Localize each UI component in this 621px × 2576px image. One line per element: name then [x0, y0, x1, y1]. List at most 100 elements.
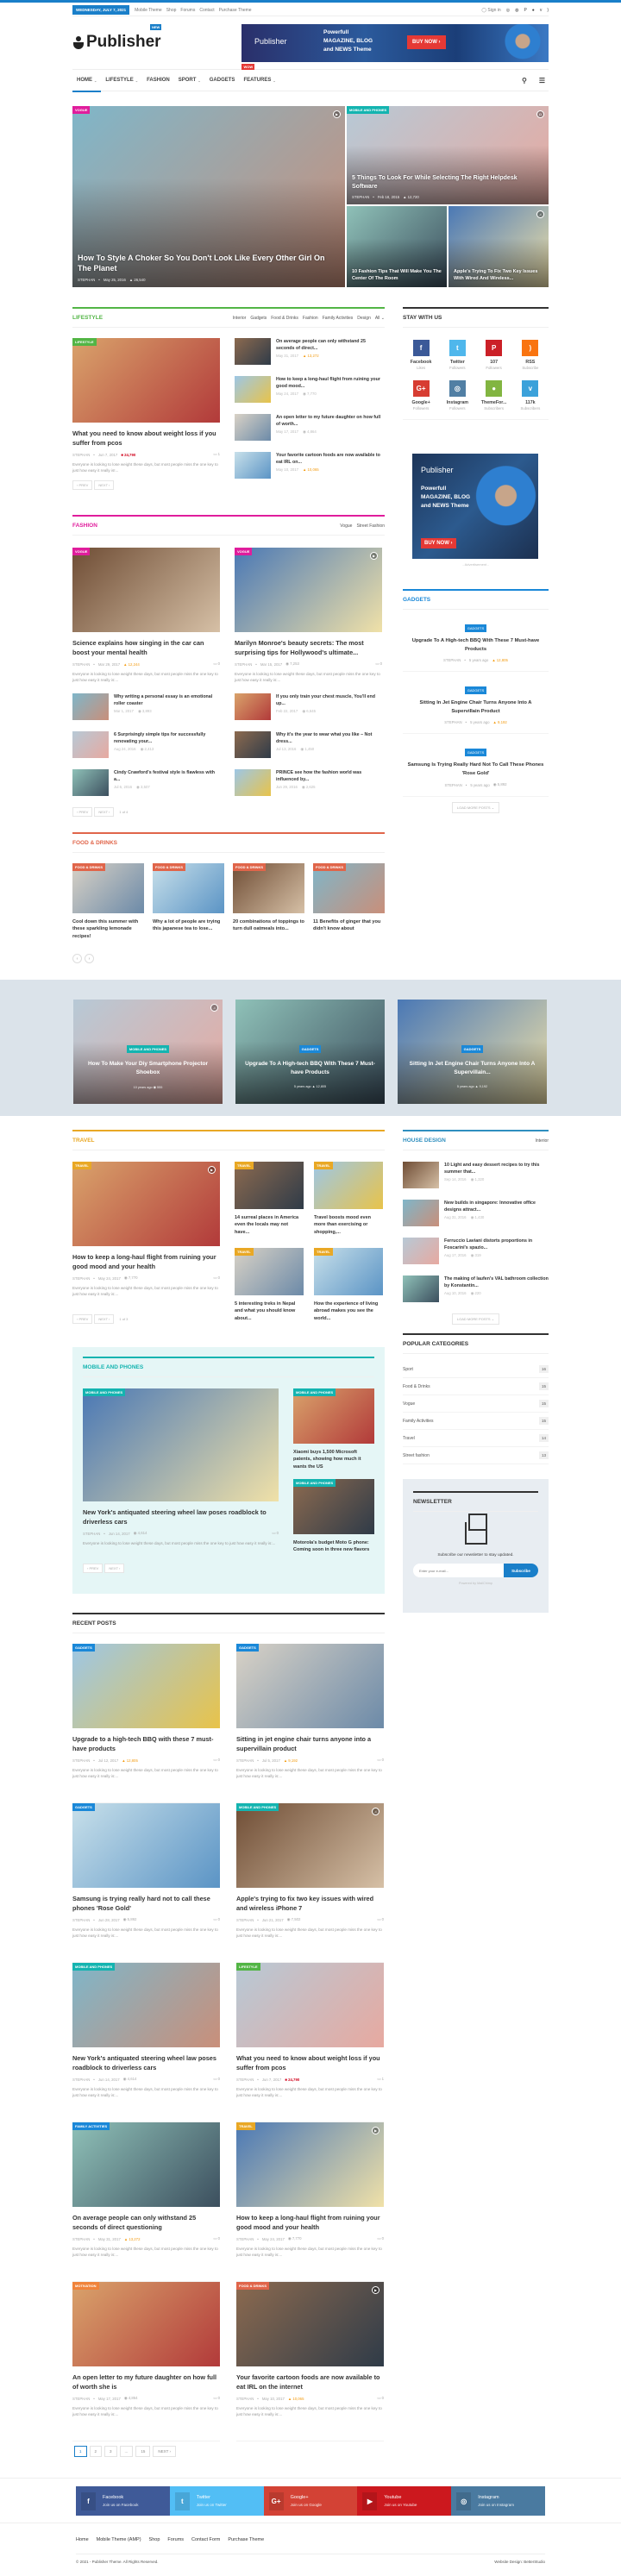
category-badge[interactable]: MOBILE AND PHONES [72, 1963, 116, 1971]
post-thumbnail[interactable]: GADGETS [72, 1803, 220, 1888]
post-comments[interactable]: ▭ 0 [213, 1917, 220, 1922]
play-icon[interactable]: ▶ [370, 552, 378, 560]
category-badge[interactable]: VOGUE [235, 548, 253, 555]
footer-link[interactable]: Mobile Theme (AMP) [97, 2537, 141, 2554]
camera-icon[interactable]: ◘ [536, 110, 544, 118]
post-title[interactable]: Your favorite cartoon foods are now avai… [236, 2373, 384, 2391]
post-author[interactable]: STEPHAN [72, 1276, 90, 1281]
next-button[interactable]: NEXT › [94, 1314, 115, 1324]
play-icon[interactable]: ▶ [372, 2127, 380, 2134]
list-item-title[interactable]: The making of laufen's VAL bathroom coll… [444, 1275, 549, 1289]
post-title[interactable]: Cool down this summer with these sparkli… [72, 918, 144, 940]
category-badge[interactable]: GADGETS [461, 1045, 484, 1053]
post-thumbnail[interactable]: MOBILE AND PHONES [293, 1388, 374, 1444]
section-title[interactable]: FOOD & DRINKS [72, 840, 117, 846]
post-title[interactable]: 14 surreal places in America even the lo… [235, 1214, 304, 1236]
post-thumbnail[interactable]: MOBILE AND PHONES [293, 1478, 374, 1534]
prev-button[interactable]: ‹ PREV [72, 1314, 93, 1324]
list-item-title[interactable]: If you only train your chest muscle, You… [276, 693, 382, 707]
category-item[interactable]: Family Activities 15 [403, 1413, 549, 1430]
top-link[interactable]: Forums [180, 8, 195, 13]
category-item[interactable]: Street fashion 13 [403, 1447, 549, 1464]
post-thumbnail[interactable]: TRAVEL ▶ [236, 2122, 384, 2207]
play-icon[interactable]: ▶ [333, 110, 341, 118]
post-title[interactable]: Xiaomi buys 1,500 Microsoft patents, sho… [293, 1449, 374, 1470]
post-title[interactable]: Upgrade To A High-tech BBQ With These 7 … [406, 636, 545, 654]
page-link[interactable]: NEXT › [153, 2446, 176, 2457]
nav-item-sport[interactable]: SPORT ⌄ [174, 70, 205, 91]
section-title[interactable]: FASHION [72, 523, 97, 529]
section-tab[interactable]: Fashion [303, 316, 318, 321]
post-title[interactable]: Samsung is trying really hard not to cal… [72, 1895, 220, 1913]
hero-title[interactable]: 10 Fashion Tips That Will Make You The C… [352, 269, 442, 282]
post-thumbnail[interactable]: FOOD & DRINKS ▶ [236, 2282, 384, 2366]
post-thumbnail[interactable] [403, 1275, 439, 1302]
category-item[interactable]: Travel 14 [403, 1430, 549, 1447]
nav-item-home[interactable]: HOME ⌄ [72, 70, 102, 92]
post-thumbnail[interactable]: TRAVEL [314, 1162, 383, 1209]
list-item-title[interactable]: An open letter to my future daughter on … [276, 414, 385, 428]
footer-link[interactable]: Contact Form [191, 2537, 220, 2554]
category-badge[interactable]: TRAVEL [314, 1162, 333, 1169]
nav-item-gadgets[interactable]: GADGETS [205, 70, 240, 91]
featured-post[interactable]: GADGETS Sitting In Jet Engine Chair Turns… [398, 1000, 547, 1104]
menu-icon[interactable]: ☰ [539, 77, 545, 85]
category-badge[interactable]: FOOD & DRINKS [236, 2282, 269, 2290]
post-author[interactable]: STEPHAN [236, 2237, 254, 2241]
dribbble-icon[interactable]: ◍ [515, 8, 518, 13]
post-title[interactable]: Sitting in jet engine chair turns anyone… [236, 1735, 384, 1753]
post-title[interactable]: Samsung Is Trying Really Hard Not To Cal… [406, 761, 545, 778]
post-thumbnail[interactable] [72, 769, 109, 796]
category-badge[interactable]: FAMILY ACTIVITIES [72, 2122, 110, 2130]
category-badge[interactable]: GADGETS [464, 624, 487, 632]
chevron-left-icon[interactable]: ‹ [72, 954, 82, 964]
post-title[interactable]: How the experience of living abroad make… [314, 1301, 383, 1322]
section-title[interactable]: GADGETS [403, 597, 430, 603]
post-title[interactable]: How to keep a long-haul flight from ruin… [236, 2214, 384, 2232]
top-link[interactable]: Shop [166, 8, 177, 13]
post-author[interactable]: STEPHAN [352, 195, 369, 199]
list-item-title[interactable]: New builds in singapore: Innovative offi… [444, 1200, 549, 1213]
post-thumbnail[interactable]: TRAVEL [235, 1248, 304, 1295]
list-item-title[interactable]: PRINCE see how the fashion world was inf… [276, 769, 382, 783]
post-title[interactable]: New York's antiquated steering wheel law… [83, 1508, 279, 1526]
post-thumbnail[interactable] [235, 414, 271, 441]
hero-title[interactable]: Apple's Trying To Fix Two Key Issues Wit… [454, 269, 543, 282]
category-badge[interactable]: MOBILE AND PHONES [83, 1388, 126, 1396]
post-title[interactable]: 20 combinations of toppings to turn dull… [233, 918, 304, 933]
post-comments[interactable]: ▭ 0 [213, 1758, 220, 1763]
post-thumbnail[interactable]: LIFESTYLE [236, 1963, 384, 2047]
list-item-title[interactable]: Ferruccio Laviani distorts proportions i… [444, 1238, 549, 1251]
category-badge[interactable]: GADGETS [464, 749, 487, 756]
post-title[interactable]: What you need to know about weight loss … [72, 429, 220, 448]
post-thumbnail[interactable]: MOBILE AND PHONES ♫ [236, 1803, 384, 1888]
category-badge[interactable]: MOTIVATION [72, 2282, 99, 2290]
post-title[interactable]: 5 interesting treks in Nepal and what yo… [235, 1301, 304, 1322]
category-badge[interactable]: VOGUE [72, 548, 91, 555]
section-title[interactable]: TRAVEL [72, 1138, 95, 1144]
sign-in-link[interactable]: ◯ Sign in [481, 8, 500, 13]
post-thumbnail[interactable]: FAMILY ACTIVITIES [72, 2122, 220, 2207]
post-author[interactable]: STEPHAN [83, 1532, 100, 1536]
post-thumbnail[interactable] [235, 693, 271, 720]
prev-button[interactable]: ‹ PREV [83, 1564, 104, 1573]
post-title[interactable]: Why a lot of people are trying this japa… [153, 918, 224, 933]
post-author[interactable]: STEPHAN [236, 2397, 254, 2401]
section-tab[interactable]: Street Fashion [356, 523, 385, 529]
post-comments[interactable]: ▭ 0 [377, 2396, 384, 2401]
category-badge[interactable]: GADGETS [72, 1803, 95, 1811]
post-title[interactable]: Travel boosts mood even more than exerci… [314, 1214, 383, 1236]
post-thumbnail[interactable]: MOTIVATION [72, 2282, 220, 2366]
post-author[interactable]: STEPHAN [236, 1758, 254, 1763]
next-button[interactable]: NEXT › [94, 480, 115, 490]
social-counter-107[interactable]: P 107 Followers [476, 340, 512, 370]
post-thumbnail[interactable]: TRAVEL [235, 1162, 304, 1209]
post-title[interactable]: Apple's trying to fix two key issues wit… [236, 1895, 384, 1913]
social-counter-facebook[interactable]: f Facebook Likes [403, 340, 439, 370]
footer-social-google[interactable]: G+ Google+ Join us on Google [263, 2486, 358, 2516]
sidebar-ad[interactable]: Publisher Powerfull MAGAZINE, BLOG and NEW… [412, 454, 538, 559]
hero-post[interactable]: ♫ Apple's Trying To Fix Two Key Issues Wi… [448, 206, 549, 287]
social-counter-twitter[interactable]: t Twitter Followers [439, 340, 475, 370]
post-author[interactable]: STEPHAN [72, 2237, 90, 2241]
category-badge[interactable]: MOBILE AND PHONES [347, 106, 390, 114]
